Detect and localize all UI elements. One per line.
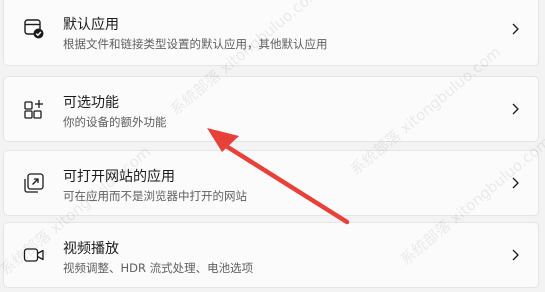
chevron-right-icon [510, 176, 520, 190]
settings-item-title: 默认应用 [63, 17, 119, 33]
video-playback-icon [22, 243, 46, 267]
settings-item-title: 可选功能 [63, 95, 119, 111]
settings-item-description: 你的设备的额外功能 [63, 115, 167, 129]
settings-item-video-playback[interactable]: 视频播放 视频调整、HDR 流式处理、电池选项 [3, 222, 539, 288]
settings-item-default-apps[interactable]: 默认应用 根据文件和链接类型设置的默认应用，其他默认应用 [3, 0, 539, 66]
settings-item-optional-features[interactable]: 可选功能 你的设备的额外功能 [3, 76, 539, 142]
settings-item-title: 视频播放 [63, 241, 119, 257]
settings-list: 默认应用 根据文件和链接类型设置的默认应用，其他默认应用 可选功能 你的设备的额… [0, 0, 545, 292]
apps-for-websites-icon [22, 171, 46, 195]
chevron-right-icon [510, 22, 520, 36]
default-apps-icon [22, 17, 46, 41]
settings-item-description: 可在应用而不是浏览器中打开的网站 [63, 189, 247, 203]
settings-item-apps-for-websites[interactable]: 可打开网站的应用 可在应用而不是浏览器中打开的网站 [3, 150, 539, 216]
settings-item-description: 视频调整、HDR 流式处理、电池选项 [63, 261, 254, 275]
optional-features-icon [22, 97, 46, 121]
settings-item-description: 根据文件和链接类型设置的默认应用，其他默认应用 [63, 37, 328, 51]
settings-item-title: 可打开网站的应用 [63, 169, 175, 185]
chevron-right-icon [510, 102, 520, 116]
chevron-right-icon [510, 248, 520, 262]
